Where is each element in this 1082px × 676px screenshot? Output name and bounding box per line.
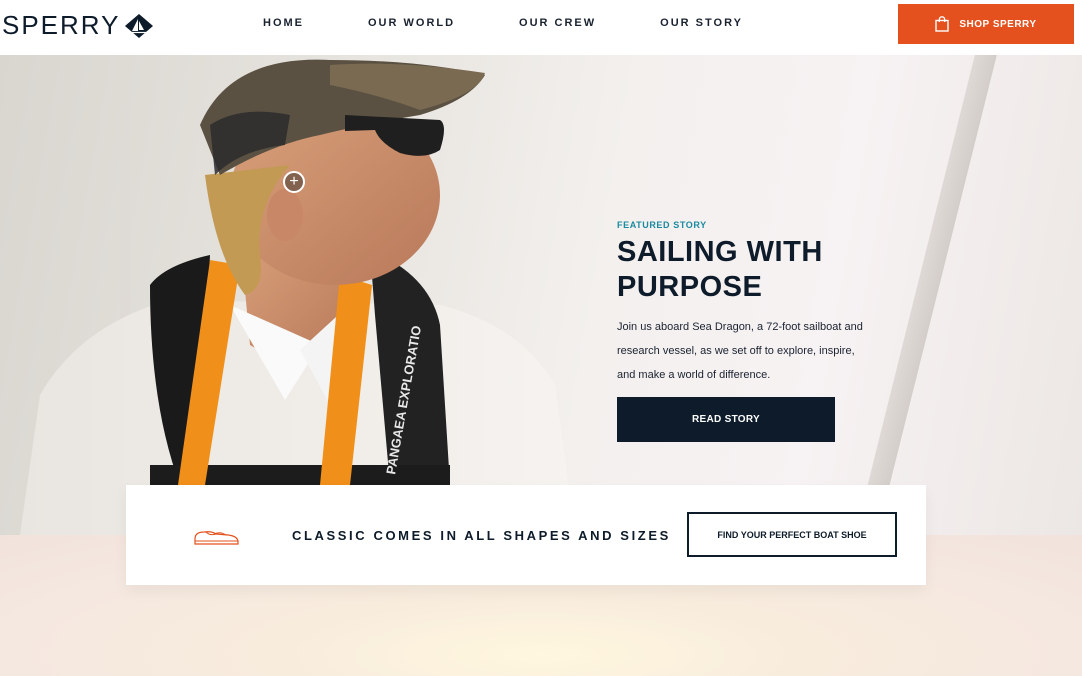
logo-text: SPERRY xyxy=(2,10,121,40)
sperry-logo[interactable]: SPERRY xyxy=(2,10,154,41)
boat-shoe-icon xyxy=(194,531,239,545)
site-header: SPERRY HOME OUR WORLD OUR CREW OUR STORY… xyxy=(0,0,1082,55)
nav-our-story[interactable]: OUR STORY xyxy=(660,17,743,29)
story-title-line-1: SAILING WITH xyxy=(617,236,823,268)
banner-title: CLASSIC COMES IN ALL SHAPES AND SIZES xyxy=(292,528,671,543)
sailor-photo: PANGAEA EXPLORATIO xyxy=(20,59,575,535)
shop-sperry-button[interactable]: SHOP SPERRY xyxy=(898,4,1074,44)
shopping-bag-icon xyxy=(935,16,950,32)
boat-shoe-banner: CLASSIC COMES IN ALL SHAPES AND SIZES FI… xyxy=(126,485,926,585)
nav-our-world[interactable]: OUR WORLD xyxy=(368,17,455,29)
featured-story: FEATURED STORY SAILING WITH PURPOSE Join… xyxy=(617,220,877,442)
story-title-line-2: PURPOSE xyxy=(617,271,763,303)
hero-section: PANGAEA EXPLORATIO + FEATURED STORY SAIL… xyxy=(0,55,1082,535)
main-nav: HOME OUR WORLD OUR CREW OUR STORY xyxy=(263,17,807,29)
featured-story-label: FEATURED STORY xyxy=(617,220,707,230)
story-description: Join us aboard Sea Dragon, a 72-foot sai… xyxy=(617,321,863,381)
find-boat-shoe-button[interactable]: FIND YOUR PERFECT BOAT SHOE xyxy=(687,512,897,557)
nav-our-crew[interactable]: OUR CREW xyxy=(519,17,596,29)
story-title: SAILING WITH PURPOSE xyxy=(617,235,877,305)
sail-logo-icon xyxy=(125,13,154,38)
nav-home[interactable]: HOME xyxy=(263,17,304,29)
read-story-button[interactable]: READ STORY xyxy=(617,397,835,442)
shop-sperry-label: SHOP SPERRY xyxy=(959,18,1037,30)
hotspot-plus-icon[interactable]: + xyxy=(283,171,305,193)
